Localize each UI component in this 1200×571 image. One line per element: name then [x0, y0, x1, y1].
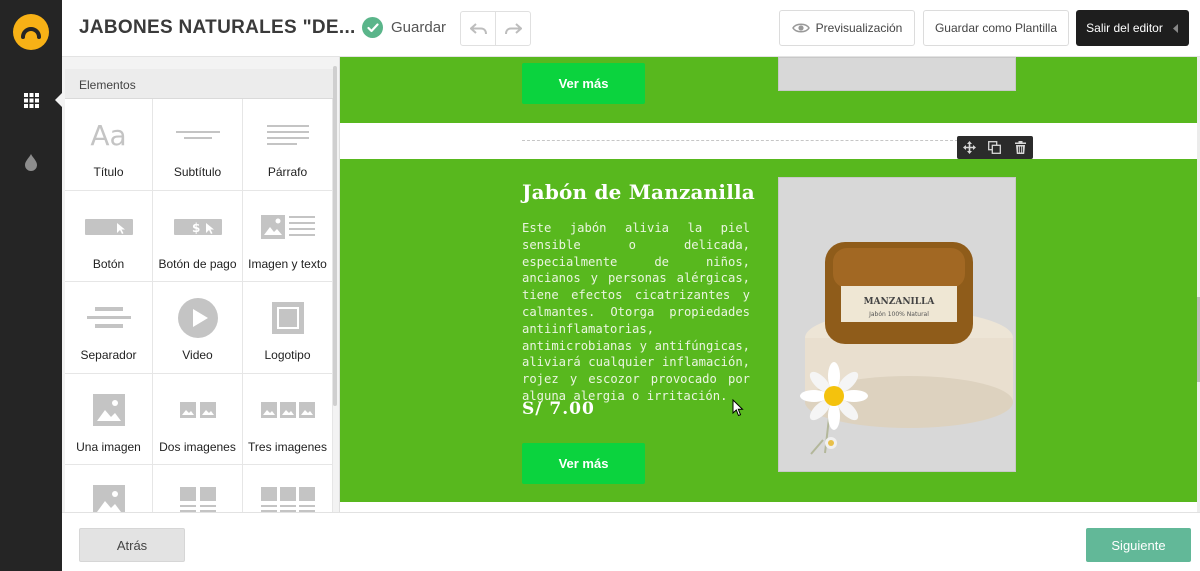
next-button[interactable]: Siguiente — [1086, 528, 1191, 562]
delete-button[interactable] — [1008, 136, 1033, 159]
element-button[interactable]: Botón — [65, 190, 153, 282]
eye-icon — [791, 23, 810, 33]
duplicate-button[interactable] — [982, 136, 1007, 159]
two-images-icon — [153, 390, 242, 430]
save-template-button[interactable]: Guardar como Plantilla — [923, 10, 1069, 46]
soap-label-name: MANZANILLA — [864, 297, 936, 307]
section-guide-line — [522, 140, 958, 141]
app-logo-icon[interactable] — [13, 14, 49, 50]
top-ver-mas-button[interactable]: Ver más — [522, 63, 645, 104]
grid-icon — [23, 92, 39, 108]
mouse-cursor-icon — [732, 399, 744, 417]
element-image-more[interactable] — [65, 465, 153, 512]
footer-bar: Atrás Siguiente — [62, 512, 1200, 571]
save-label: Guardar — [391, 19, 447, 36]
one-image-icon — [65, 390, 152, 430]
element-three-images[interactable]: Tres imagenes — [243, 373, 333, 465]
top-bar: JABONES NATURALES "DE... Guardar Previsu… — [62, 0, 1200, 57]
pay-button-icon: $ — [153, 207, 242, 247]
left-rail — [0, 0, 62, 571]
paragraph-icon — [243, 115, 332, 155]
rail-elements-button[interactable] — [0, 82, 62, 118]
video-icon — [153, 298, 242, 338]
undo-icon — [469, 22, 487, 34]
image-text-icon — [153, 481, 242, 512]
undo-button[interactable] — [461, 12, 496, 45]
element-label: Párrafo — [267, 165, 308, 179]
element-pay-button[interactable]: $ Botón de pago — [153, 190, 243, 282]
soap-label-sub: Jabón 100% Natural — [868, 311, 929, 318]
element-label: Tres imagenes — [248, 439, 327, 454]
element-image-text[interactable]: Imagen y texto — [243, 190, 333, 282]
page-title: JABONES NATURALES "DE... — [79, 17, 356, 38]
title-icon: Aa — [90, 118, 127, 152]
element-label: Imagen y texto — [248, 256, 327, 271]
undo-redo-group — [460, 11, 531, 46]
redo-icon — [504, 22, 522, 34]
panel-scrollbar[interactable] — [333, 66, 337, 406]
product-section[interactable] — [340, 159, 1197, 502]
element-label: Video — [182, 348, 213, 362]
copy-icon — [988, 141, 1002, 154]
element-video[interactable]: Video — [153, 282, 243, 374]
element-label: Una imagen — [76, 439, 141, 454]
image-icon — [65, 481, 152, 512]
element-label: Botón de pago — [158, 256, 237, 271]
elements-grid: Aa Título Subtítulo Párrafo Botón $ Botó… — [65, 99, 333, 512]
product-description[interactable]: Este jabón alivia la piel sensible o del… — [522, 220, 750, 405]
element-image-text-more[interactable] — [153, 465, 243, 512]
element-one-image[interactable]: Una imagen — [65, 373, 153, 465]
preview-button[interactable]: Previsualización — [779, 10, 915, 46]
caret-left-icon — [1172, 23, 1178, 33]
button-icon — [65, 207, 152, 247]
separator-icon — [65, 298, 152, 338]
element-title[interactable]: Aa Título — [65, 99, 153, 191]
logo-icon — [243, 298, 332, 338]
element-label: Logotipo — [264, 348, 311, 362]
panel-header: Elementos — [65, 69, 333, 99]
editor-canvas: Ver más Jabón de Manzanilla Este jabón a… — [340, 57, 1200, 512]
element-label: Título — [93, 165, 124, 179]
gallery-icon — [243, 481, 332, 512]
block-toolbar — [957, 136, 1033, 159]
rail-styles-button[interactable] — [0, 144, 62, 180]
check-icon — [362, 17, 383, 38]
element-label: Botón — [92, 256, 125, 271]
subtitle-icon — [153, 115, 242, 155]
soap-product-illustration: MANZANILLA Jabón 100% Natural — [779, 178, 1015, 471]
element-paragraph[interactable]: Párrafo — [243, 99, 333, 191]
move-icon — [963, 141, 977, 154]
product-price[interactable]: S/ 7.00 — [522, 399, 595, 419]
element-subtitle[interactable]: Subtítulo — [153, 99, 243, 191]
move-button[interactable] — [957, 136, 982, 159]
preview-label: Previsualización — [815, 21, 903, 35]
drop-icon — [25, 154, 37, 171]
elements-panel: Elementos Aa Título Subtítulo Párrafo Bo… — [62, 57, 340, 512]
product-section-top[interactable]: Ver más — [340, 57, 1197, 123]
element-label: Subtítulo — [173, 165, 222, 179]
top-product-image[interactable] — [778, 57, 1016, 91]
svg-text:$: $ — [192, 221, 200, 235]
redo-button[interactable] — [496, 12, 530, 45]
product-title[interactable]: Jabón de Manzanilla — [522, 180, 755, 204]
element-label: Dos imagenes — [159, 439, 236, 454]
image-text-icon — [243, 207, 332, 247]
product-image[interactable]: MANZANILLA Jabón 100% Natural — [778, 177, 1016, 472]
save-button[interactable]: Guardar — [362, 17, 446, 38]
exit-editor-button[interactable]: Salir del editor — [1076, 10, 1189, 46]
element-logo[interactable]: Logotipo — [243, 282, 333, 374]
element-label: Separador — [80, 348, 137, 362]
back-button[interactable]: Atrás — [79, 528, 185, 562]
save-template-label: Guardar como Plantilla — [934, 21, 1058, 35]
element-separator[interactable]: Separador — [65, 282, 153, 374]
element-two-images[interactable]: Dos imagenes — [153, 373, 243, 465]
three-images-icon — [243, 390, 332, 430]
element-gallery-more[interactable] — [243, 465, 333, 512]
ver-mas-button[interactable]: Ver más — [522, 443, 645, 484]
trash-icon — [1014, 141, 1026, 154]
exit-label: Salir del editor — [1086, 21, 1163, 35]
